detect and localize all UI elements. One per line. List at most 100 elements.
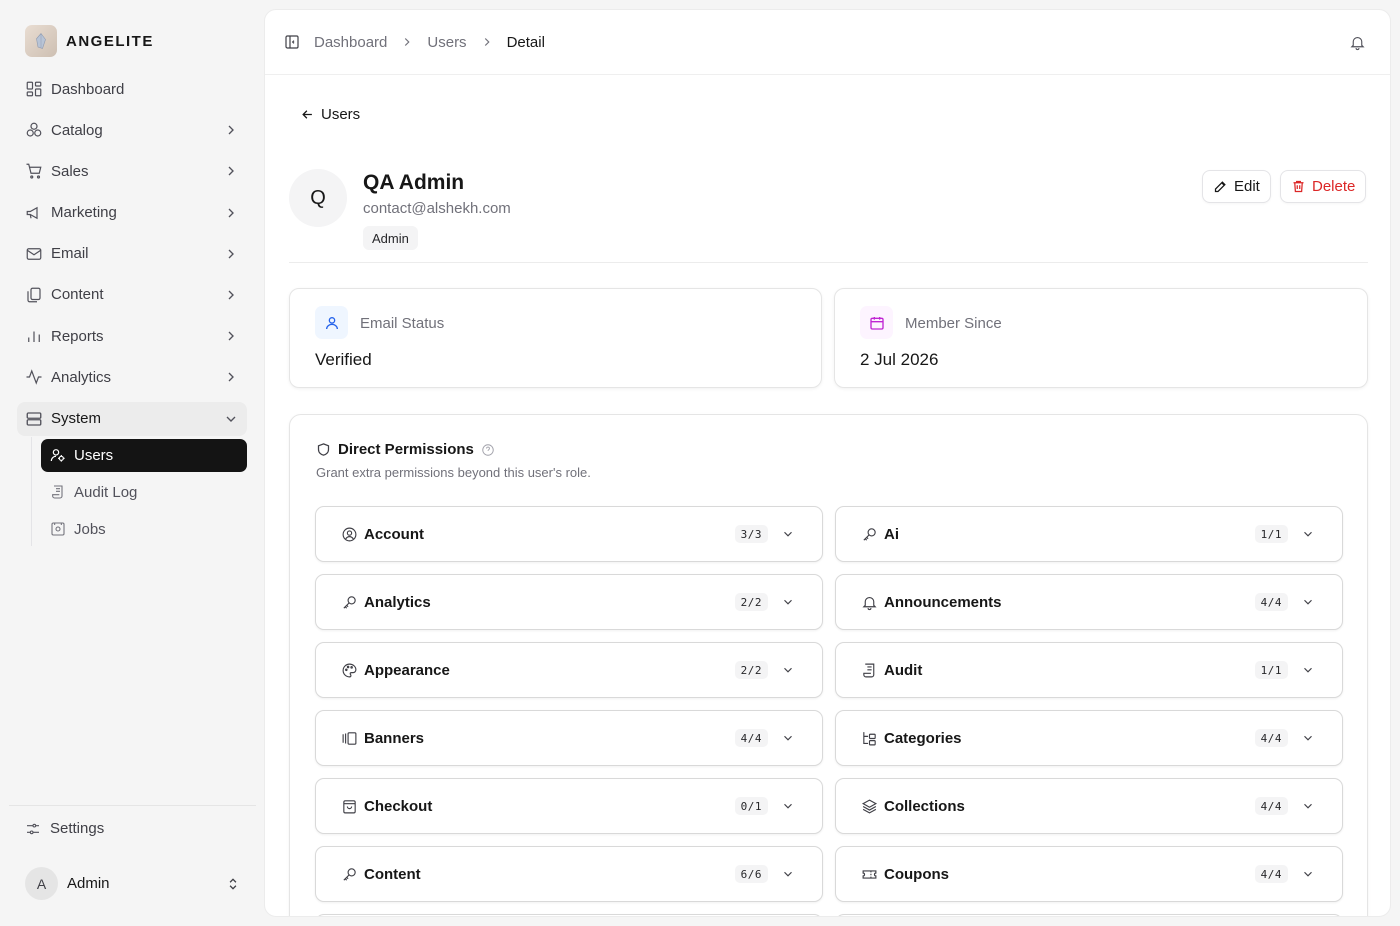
permission-group-partial[interactable]	[835, 914, 1343, 916]
sidebar-item-reports[interactable]: Reports	[17, 319, 247, 353]
help-circle-icon[interactable]	[481, 443, 495, 457]
sidebar-item-users[interactable]: Users	[41, 438, 247, 472]
sidebar-item-marketing[interactable]: Marketing	[17, 196, 247, 230]
permission-group-name: Checkout	[364, 797, 433, 815]
key-icon	[343, 867, 356, 881]
permission-group-checkout[interactable]: Checkout 0/1	[315, 778, 823, 834]
permission-group-categories[interactable]: Categories 4/4	[835, 710, 1343, 766]
chevron-down-icon	[1304, 531, 1312, 537]
sidebar-item-label: Analytics	[51, 368, 112, 386]
permission-group-appearance[interactable]: Appearance 2/2	[315, 642, 823, 698]
chevron-right-icon	[405, 38, 410, 46]
permission-group-name: Banners	[364, 729, 425, 747]
layers-icon	[861, 798, 878, 814]
shield-icon	[317, 443, 330, 456]
permission-group-analytics[interactable]: Analytics 2/2	[315, 574, 823, 630]
sidebar: ANGELITE Dashboard Catalog Sales Marketi…	[0, 0, 264, 926]
permission-group-name: Collections	[884, 797, 965, 815]
sidebar-item-analytics[interactable]: Analytics	[17, 360, 247, 394]
member-since-card: Member Since 2 Jul 2026	[834, 288, 1368, 388]
permission-group-audit[interactable]: Audit 1/1	[835, 642, 1343, 698]
chevron-down-icon	[784, 599, 792, 605]
permission-group-account[interactable]: Account 3/3	[315, 506, 823, 562]
permissions-subtitle: Grant extra permissions beyond this user…	[316, 465, 591, 480]
chevron-down-icon	[1304, 803, 1312, 809]
page-title: QA Admin	[363, 171, 465, 194]
permission-group-name: Content	[364, 865, 421, 883]
user-icon	[325, 316, 338, 329]
brand[interactable]: ANGELITE	[25, 25, 154, 57]
permission-count-badge: 3/3	[734, 525, 768, 543]
sidebar-item-settings[interactable]: Settings	[25, 820, 104, 837]
permission-group-partial[interactable]	[315, 914, 823, 916]
stat-icon-wrap	[315, 306, 348, 339]
stat-value: 2 Jul 2026	[860, 350, 939, 369]
chevron-right-icon	[228, 372, 234, 382]
sidebar-item-label: Dashboard	[51, 80, 125, 98]
delete-button-label: Delete	[1312, 178, 1356, 195]
permission-group-content[interactable]: Content 6/6	[315, 846, 823, 902]
stat-icon-wrap	[860, 306, 893, 339]
brand-name: ANGELITE	[66, 32, 154, 50]
chevron-down-icon	[1304, 871, 1312, 877]
permission-count-badge: 4/4	[1254, 729, 1288, 747]
stat-label: Member Since	[905, 315, 1002, 332]
sidebar-item-label: Email	[51, 245, 89, 263]
sidebar-item-label: Content	[51, 286, 104, 304]
chevron-down-icon	[784, 667, 792, 673]
permission-count-badge: 6/6	[734, 865, 768, 883]
user-name: Admin	[67, 875, 110, 892]
back-link[interactable]: Users	[300, 106, 360, 123]
user-menu[interactable]: A Admin	[25, 867, 240, 900]
arrow-left-icon	[302, 110, 312, 119]
sidebar-item-label: Users	[74, 446, 114, 464]
notifications-bell-icon[interactable]	[1349, 34, 1366, 51]
sidebar-item-dashboard[interactable]: Dashboard	[17, 72, 247, 106]
sidebar-item-content[interactable]: Content	[17, 278, 247, 312]
pencil-icon	[1214, 181, 1226, 193]
sidebar-item-sales[interactable]: Sales	[17, 154, 247, 188]
activity-icon	[26, 369, 42, 386]
chevron-right-icon	[228, 166, 234, 176]
chevron-down-icon	[784, 735, 792, 741]
chevron-down-icon	[1304, 667, 1312, 673]
breadcrumb-users[interactable]: Users	[427, 34, 466, 51]
chevron-right-icon	[228, 208, 234, 218]
permission-group-announcements[interactable]: Announcements 4/4	[835, 574, 1343, 630]
sidebar-item-label: Catalog	[51, 121, 103, 139]
delete-button[interactable]: Delete	[1280, 170, 1367, 203]
chevron-down-icon	[784, 803, 792, 809]
mail-icon	[26, 247, 42, 260]
sliders-icon	[27, 823, 39, 834]
permission-count-badge: 2/2	[734, 593, 768, 611]
sidebar-item-jobs[interactable]: Jobs	[41, 513, 247, 546]
direct-permissions-card: Direct Permissions Grant extra permissio…	[289, 414, 1368, 916]
sidebar-item-catalog[interactable]: Catalog	[17, 113, 247, 147]
sidebar-toggle-icon[interactable]	[284, 34, 300, 50]
user-circle-icon	[342, 527, 357, 541]
megaphone-icon	[26, 206, 38, 219]
permission-group-ai[interactable]: Ai 1/1	[835, 506, 1343, 562]
sidebar-item-system[interactable]: System	[17, 401, 247, 436]
sidebar-item-label: Sales	[51, 162, 89, 180]
edit-button[interactable]: Edit	[1202, 170, 1271, 203]
sidebar-item-audit-log[interactable]: Audit Log	[41, 476, 247, 509]
chevron-down-icon	[1304, 599, 1312, 605]
role-badge: Admin	[363, 226, 418, 250]
permission-count-badge: 1/1	[1254, 661, 1288, 679]
dashboard-icon	[26, 81, 42, 97]
permission-group-collections[interactable]: Collections 4/4	[835, 778, 1343, 834]
permission-group-name: Account	[364, 525, 424, 543]
sidebar-item-label: Marketing	[51, 204, 117, 222]
permissions-header: Direct Permissions	[316, 441, 495, 458]
permission-group-banners[interactable]: Banners 4/4	[315, 710, 823, 766]
sidebar-item-email[interactable]: Email	[17, 237, 247, 271]
chevron-right-icon	[228, 125, 234, 135]
chevron-down-icon	[784, 531, 792, 537]
permission-group-name: Appearance	[364, 661, 450, 679]
users-icon	[50, 449, 65, 462]
breadcrumb-dashboard[interactable]: Dashboard	[314, 34, 387, 51]
permission-group-coupons[interactable]: Coupons 4/4	[835, 846, 1343, 902]
breadcrumb: Dashboard Users Detail	[314, 34, 545, 51]
sidebar-item-label: Audit Log	[74, 483, 138, 501]
